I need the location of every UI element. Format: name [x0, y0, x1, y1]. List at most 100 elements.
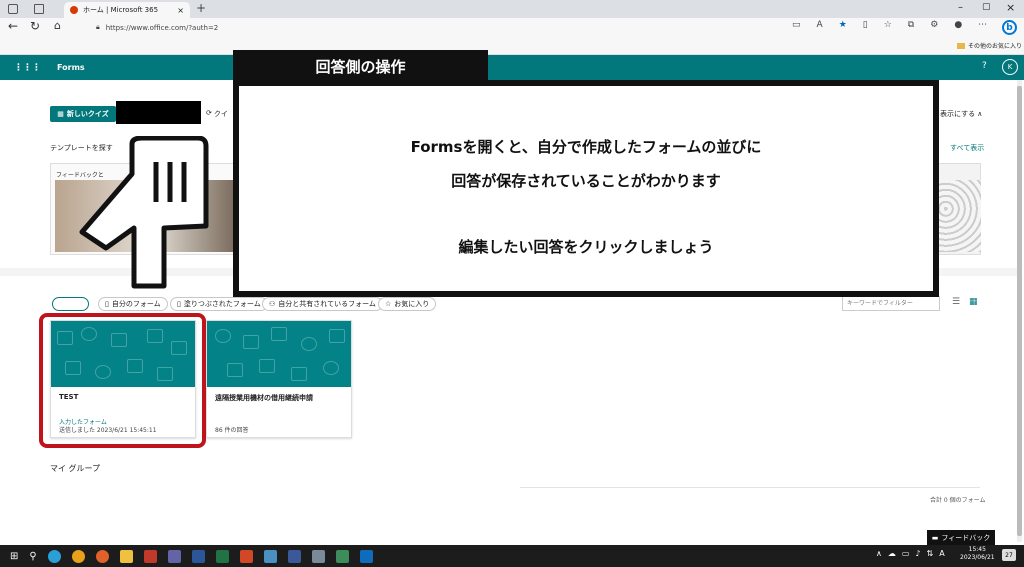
filter-filled[interactable]: ▯ 塗りつぶされたフォーム — [170, 297, 268, 311]
app-launcher-icon[interactable]: ⋮⋮⋮ — [14, 63, 41, 73]
pointing-hand-icon — [79, 136, 209, 289]
display-icon: ▭ — [901, 549, 910, 558]
excel-icon[interactable] — [215, 549, 229, 563]
copilot-icon[interactable]: b — [1002, 20, 1017, 35]
show-all-link[interactable]: すべて表示 — [950, 143, 984, 153]
star-icon: ☆ — [385, 300, 392, 308]
tab-title: ホーム | Microsoft 365 — [83, 6, 159, 14]
split-icon: ▯ — [862, 20, 868, 30]
chat-icon: ▬ — [931, 533, 939, 542]
callout-line-1: Formsを開くと、自分で作成したフォームの並びに — [410, 138, 762, 156]
show-toggle[interactable]: 表示にする ∧ — [940, 109, 982, 119]
browser-toolbar-icons[interactable]: ▭ A ★ ▯ ☆ ⧉ ⚙ ● ⋯ — [792, 20, 987, 30]
callout-line-2: 回答が保存されていることがわかります — [451, 172, 721, 190]
address-bar[interactable]: 🔒︎ https://www.office.com/?auth=2 — [96, 20, 786, 35]
quiz-icon: ▦ — [57, 110, 64, 118]
callout-title: 回答側の操作 — [233, 50, 488, 83]
office-icon — [70, 6, 78, 14]
form-card-title: 遠隔授業用機材の借用継続申請 — [215, 394, 313, 402]
powerpoint-icon[interactable] — [239, 549, 253, 563]
browser-tab-active[interactable]: ホーム | Microsoft 365 × — [64, 2, 190, 18]
new-tab-icon[interactable]: + — [196, 1, 206, 15]
notification-badge[interactable]: 27 — [1002, 549, 1016, 561]
clock[interactable]: 15:45 2023/06/21 — [960, 546, 995, 562]
edge-icon[interactable] — [47, 549, 61, 563]
form-card-responses: 86 件の回答 — [215, 427, 249, 434]
teams-icon[interactable] — [167, 549, 181, 563]
keyword-filter-input[interactable] — [842, 296, 940, 311]
feedback-button[interactable]: ▬ フィードバック — [927, 530, 995, 545]
form-card-banner — [207, 321, 351, 387]
close-tab-icon[interactable]: × — [177, 6, 184, 15]
app-navy-icon[interactable] — [287, 549, 301, 563]
groups-divider — [520, 487, 980, 488]
app-gray-icon[interactable] — [311, 549, 325, 563]
url-text: https://www.office.com/?auth=2 — [105, 23, 219, 32]
split-screen-icon: ▭ — [792, 20, 801, 30]
volume-icon: ♪ — [915, 549, 921, 558]
extensions-icon: ⚙ — [930, 20, 939, 30]
quiz-menu-partial[interactable]: ⟳ クイ — [206, 109, 228, 119]
template-card-right[interactable] — [936, 163, 981, 255]
filter-recent[interactable]: ◷ 最近 — [52, 297, 90, 311]
account-avatar[interactable]: K — [1002, 59, 1018, 75]
list-view-icon[interactable]: ☰ — [952, 297, 960, 307]
template-photo-right — [937, 180, 981, 252]
redacted-block — [116, 101, 201, 124]
filter-shared[interactable]: ⚇ 自分と共有されているフォーム — [262, 297, 383, 311]
grid-view-icon[interactable]: ▦ — [969, 297, 978, 307]
filter-my-forms[interactable]: ▯ 自分のフォーム — [98, 297, 168, 311]
favorites-bar — [0, 37, 1024, 55]
search-icon[interactable]: ⚲ — [29, 551, 36, 562]
network-icon: ☁ — [887, 549, 896, 558]
favorite-star-icon: ★ — [838, 20, 847, 30]
new-quiz-button[interactable]: ▦ 新しいクイズ — [50, 106, 116, 122]
forms-app-bar: ⋮⋮⋮ Forms — [0, 55, 1024, 80]
tab-actions-icon[interactable] — [34, 4, 44, 14]
file-explorer-icon[interactable] — [119, 549, 133, 563]
app-blue-icon[interactable] — [263, 549, 277, 563]
outlook-icon[interactable] — [359, 549, 373, 563]
instruction-callout: Formsを開くと、自分で作成したフォームの並びに 回答が保存されていることがわ… — [233, 80, 939, 297]
quiz-menu-icon: ⟳ — [206, 109, 212, 117]
clock-date: 2023/06/21 — [960, 554, 995, 561]
tray-chevron-icon: ∧ — [876, 549, 882, 558]
ime-indicator: A — [939, 549, 945, 558]
clock-icon: ◷ — [59, 300, 66, 308]
page-scrollbar[interactable] — [1017, 80, 1022, 542]
input-icon: ⇅ — [926, 549, 934, 558]
read-aloud-icon: A — [816, 20, 823, 30]
folder-icon — [957, 42, 965, 49]
minimize-icon[interactable]: – — [958, 2, 963, 13]
form-card-equipment[interactable]: 遠隔授業用機材の借用継続申請 86 件の回答 — [206, 320, 352, 438]
app-green-icon[interactable] — [335, 549, 349, 563]
people-icon: ⚇ — [269, 300, 276, 308]
collections-icon: ⧉ — [907, 20, 915, 30]
callout-line-3: 編集したい回答をクリックしましょう — [458, 238, 714, 256]
groups-heading: マイ グループ — [50, 464, 101, 473]
document-icon: ▯ — [105, 300, 109, 308]
refresh-icon[interactable]: ↻ — [30, 19, 40, 33]
filled-form-icon: ▯ — [177, 300, 181, 308]
windows-taskbar: ⊞ ⚲ — [0, 545, 1024, 567]
app-red-icon[interactable] — [143, 549, 157, 563]
start-icon[interactable]: ⊞ — [10, 551, 18, 562]
word-icon[interactable] — [191, 549, 205, 563]
home-icon[interactable]: ⌂ — [54, 19, 61, 32]
chrome-icon[interactable] — [71, 549, 85, 563]
lock-icon: 🔒︎ — [96, 23, 100, 31]
help-icon[interactable]: ? — [982, 61, 987, 71]
system-tray[interactable]: ∧ ☁ ▭ ♪ ⇅ A — [876, 549, 945, 558]
back-icon[interactable]: ← — [8, 19, 18, 33]
favorites-folder[interactable]: その他のお気に入り — [957, 41, 1022, 50]
close-window-icon[interactable]: × — [1006, 1, 1015, 14]
favorites-icon: ☆ — [883, 20, 892, 30]
firefox-icon[interactable] — [95, 549, 109, 563]
sidebar-toggle-icon[interactable] — [8, 4, 18, 14]
restore-icon[interactable]: ▢ — [982, 2, 991, 12]
filter-favorites[interactable]: ☆ お気に入り — [378, 297, 437, 311]
app-name[interactable]: Forms — [57, 63, 85, 72]
profile-icon: ● — [954, 20, 963, 30]
groups-total: 合計 0 個のフォーム — [930, 497, 986, 504]
highlight-frame — [39, 313, 206, 448]
